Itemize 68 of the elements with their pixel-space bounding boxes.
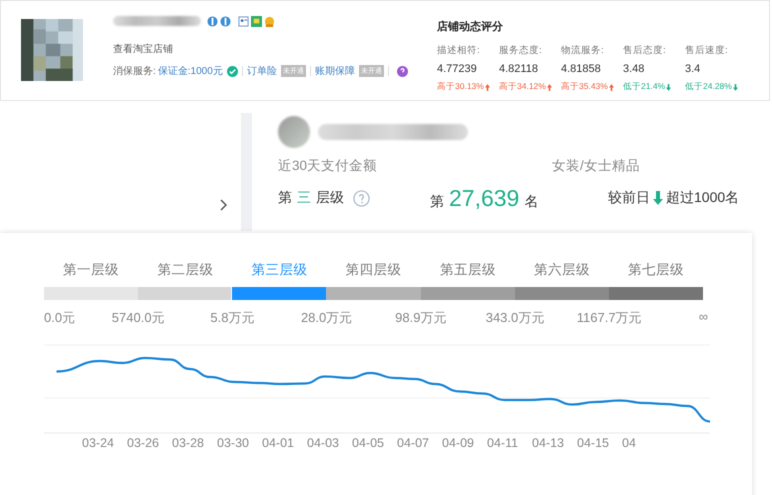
tier-prefix: 第 (278, 189, 292, 207)
rating-label: 售后态度: (623, 44, 667, 57)
date-label: 04-13 (532, 436, 564, 450)
rating-comparison: 高于34.12% (499, 81, 546, 93)
tier-tab[interactable]: 第一层级 (44, 261, 138, 279)
rating-value: 4.77239 (437, 63, 478, 75)
tier-value: 三 (297, 189, 311, 207)
rating-label: 描述相符: (437, 44, 481, 57)
chevron-right-icon[interactable] (219, 199, 227, 211)
check-icon (226, 66, 238, 76)
service-label: 消保服务: (113, 64, 156, 78)
date-label: 04-03 (307, 436, 339, 450)
medal-icon (207, 16, 218, 26)
threshold-label: 5740.0元 (112, 310, 165, 325)
id-card-icon (238, 16, 249, 26)
tier-tab[interactable]: 第二层级 (138, 261, 232, 279)
rating-comparison: 低于21.4% (623, 81, 666, 93)
rating-title: 店铺动态评分 (437, 20, 504, 34)
change-label: 较前日 (608, 189, 650, 207)
rating-value: 3.48 (623, 63, 646, 75)
shop-icon (251, 16, 262, 26)
date-label: 03-26 (127, 436, 159, 450)
threshold-label: 1167.7万元 (576, 310, 642, 325)
rating-comparison: 高于30.13% (437, 81, 484, 93)
rating-label: 物流服务: (561, 44, 605, 57)
service-link[interactable]: 账期保障 (314, 64, 355, 78)
crown-icon (264, 16, 275, 26)
threshold-label: 28.0万元 (300, 310, 352, 325)
rating-comparison: 低于24.28% (685, 81, 732, 93)
rating-value: 3.4 (685, 63, 702, 75)
date-label: 04-15 (577, 436, 609, 450)
deposit-link[interactable]: 保证金:1000元 (158, 64, 223, 78)
medal-icon (220, 16, 231, 26)
threshold-label: ∞ (698, 309, 708, 324)
tier-suffix: 层级 (316, 189, 344, 207)
date-label: 04-11 (487, 436, 518, 450)
rating-value: 4.81858 (561, 63, 602, 75)
date-label: 04-05 (352, 436, 384, 450)
tier-tab[interactable]: 第四层级 (326, 261, 421, 279)
tier-tab[interactable]: 第五层级 (420, 261, 515, 279)
tier-tab[interactable]: 第六层级 (514, 261, 610, 279)
rating-label: 服务态度: (499, 44, 543, 57)
tier-tab[interactable]: 第三层级 (232, 261, 327, 279)
rank-value: 27,639 (449, 184, 520, 212)
threshold-label: 98.9万元 (395, 310, 446, 325)
rank-prefix: 第 (430, 192, 444, 210)
change-value: 超过1000名 (666, 189, 740, 207)
date-label: 04-01 (262, 436, 294, 450)
rating-value: 4.82118 (499, 63, 539, 75)
date-label: 03-24 (82, 436, 114, 450)
date-label: 04-09 (442, 436, 474, 450)
metric-label: 近30天支付金额 (278, 157, 378, 175)
date-label: 03-28 (172, 436, 204, 450)
date-label: 03-30 (217, 436, 249, 450)
tier-tab[interactable]: 第七层级 (609, 261, 704, 279)
threshold-label: 343.0万元 (486, 310, 544, 325)
rating-label: 售后速度: (685, 44, 729, 57)
service-link[interactable]: 订单险 (246, 64, 277, 78)
redacted-avatar (278, 116, 310, 148)
threshold-label: 0.0元 (44, 310, 76, 325)
date-label: 04 (622, 436, 636, 450)
date-label: 04-07 (397, 436, 429, 450)
category-label: 女装/女士精品 (552, 157, 640, 175)
view-shop-link[interactable]: 查看淘宝店铺 (113, 42, 423, 56)
rank-suffix: 名 (524, 192, 538, 210)
rating-comparison: 高于35.43% (561, 81, 608, 93)
help-icon[interactable] (396, 66, 408, 76)
threshold-label: 5.8万元 (210, 310, 254, 325)
